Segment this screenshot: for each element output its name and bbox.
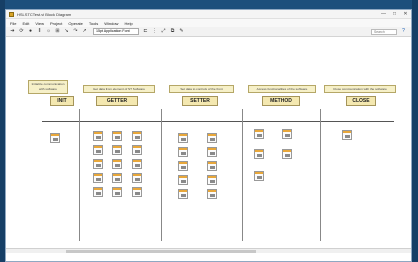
close-icon[interactable]: ✕ [400,10,411,18]
getter-subvi[interactable] [132,145,142,155]
method-subvi[interactable] [254,171,264,181]
case-init[interactable]: INIT [50,96,74,106]
getter-subvi[interactable] [112,187,122,197]
method-subvi[interactable] [254,129,264,139]
window-title: HSLSTCTest.vi Block Diagram [17,11,72,17]
abort-icon[interactable]: ● [27,28,34,35]
font-selector[interactable]: 15pt Application Font [93,28,139,35]
case-method[interactable]: METHOD [262,96,300,106]
getter-subvi[interactable] [132,131,142,141]
setter-subvi[interactable] [178,147,188,157]
getter-subvi[interactable] [93,131,103,141]
title-bar: HSLSTCTest.vi Block Diagram — □ ✕ [6,10,411,19]
getter-subvi[interactable] [112,159,122,169]
getter-subvi[interactable] [93,187,103,197]
setter-subvi[interactable] [207,175,217,185]
setter-subvi[interactable] [207,133,217,143]
desktop-background-right [412,0,418,262]
run-continuously-icon[interactable]: ⟳ [18,28,25,35]
getter-subvi[interactable] [132,173,142,183]
getter-subvi[interactable] [132,187,142,197]
run-arrow-icon[interactable]: ➔ [9,28,16,35]
getter-subvi[interactable] [132,159,142,169]
cleanup-diagram-icon[interactable]: ✎ [178,28,185,35]
setter-subvi[interactable] [178,161,188,171]
setter-subvi[interactable] [207,189,217,199]
setter-subvi[interactable] [207,147,217,157]
menu-window[interactable]: Window [104,21,118,26]
menu-bar: File Edit View Project Operate Tools Win… [6,19,411,27]
frame-divider-1 [79,109,80,241]
labview-window: HSLSTCTest.vi Block Diagram — □ ✕ File E… [5,9,412,262]
minimize-icon[interactable]: — [378,10,389,18]
init-description: Initialize communication with software [28,80,68,94]
menu-file[interactable]: File [10,21,16,26]
retain-wire-values-icon[interactable]: ⊞ [54,28,61,35]
toolbar: ➔ ⟳ ● ‖ ☼ ⊞ ↘ ↷ ↗ 15pt Application Font … [6,27,411,37]
case-setter[interactable]: SETTER [182,96,218,106]
getter-subvi[interactable] [93,145,103,155]
case-close[interactable]: CLOSE [346,96,376,106]
method-subvi[interactable] [282,129,292,139]
close-description: Close communication with the software [324,85,396,93]
getter-subvi[interactable] [112,145,122,155]
scrollbar-thumb[interactable] [66,250,256,253]
step-out-icon[interactable]: ↗ [81,28,88,35]
horizontal-scrollbar[interactable] [6,248,411,253]
close-subvi[interactable] [342,130,352,140]
distribute-objects-icon[interactable]: ⋮ [151,28,158,35]
help-icon[interactable]: ? [400,28,407,35]
align-objects-icon[interactable]: ⊏ [142,28,149,35]
menu-view[interactable]: View [35,21,44,26]
menu-edit[interactable]: Edit [22,21,29,26]
init-subvi[interactable] [50,133,60,143]
labview-app-icon [9,11,14,17]
sequence-top-border [42,121,394,122]
pause-icon[interactable]: ‖ [36,28,43,35]
frame-divider-4 [320,109,321,241]
block-diagram: Initialize communication with software G… [6,37,411,253]
getter-description: Get data from element of ST Software [83,85,155,93]
getter-subvi[interactable] [93,173,103,183]
setter-subvi[interactable] [207,161,217,171]
maximize-icon[interactable]: □ [389,10,400,18]
setter-subvi[interactable] [178,133,188,143]
method-subvi[interactable] [282,149,292,159]
method-subvi[interactable] [254,149,264,159]
step-into-icon[interactable]: ↘ [63,28,70,35]
frame-divider-3 [242,109,243,241]
frame-divider-2 [161,109,162,241]
resize-objects-icon[interactable]: ⤢ [160,28,167,35]
setter-description: Set data to controls of the front [169,85,234,93]
setter-subvi[interactable] [178,175,188,185]
menu-project[interactable]: Project [50,21,62,26]
menu-tools[interactable]: Tools [89,21,98,26]
menu-help[interactable]: Help [124,21,132,26]
reorder-icon[interactable]: ⧉ [169,28,176,35]
getter-subvi[interactable] [93,159,103,169]
menu-operate[interactable]: Operate [68,21,82,26]
method-description: Access functionalities of the software [248,85,316,93]
case-getter[interactable]: GETTER [96,96,138,106]
step-over-icon[interactable]: ↷ [72,28,79,35]
getter-subvi[interactable] [112,173,122,183]
search-input[interactable]: Search [371,28,397,35]
setter-subvi[interactable] [178,189,188,199]
getter-subvi[interactable] [112,131,122,141]
highlight-execution-icon[interactable]: ☼ [45,28,52,35]
